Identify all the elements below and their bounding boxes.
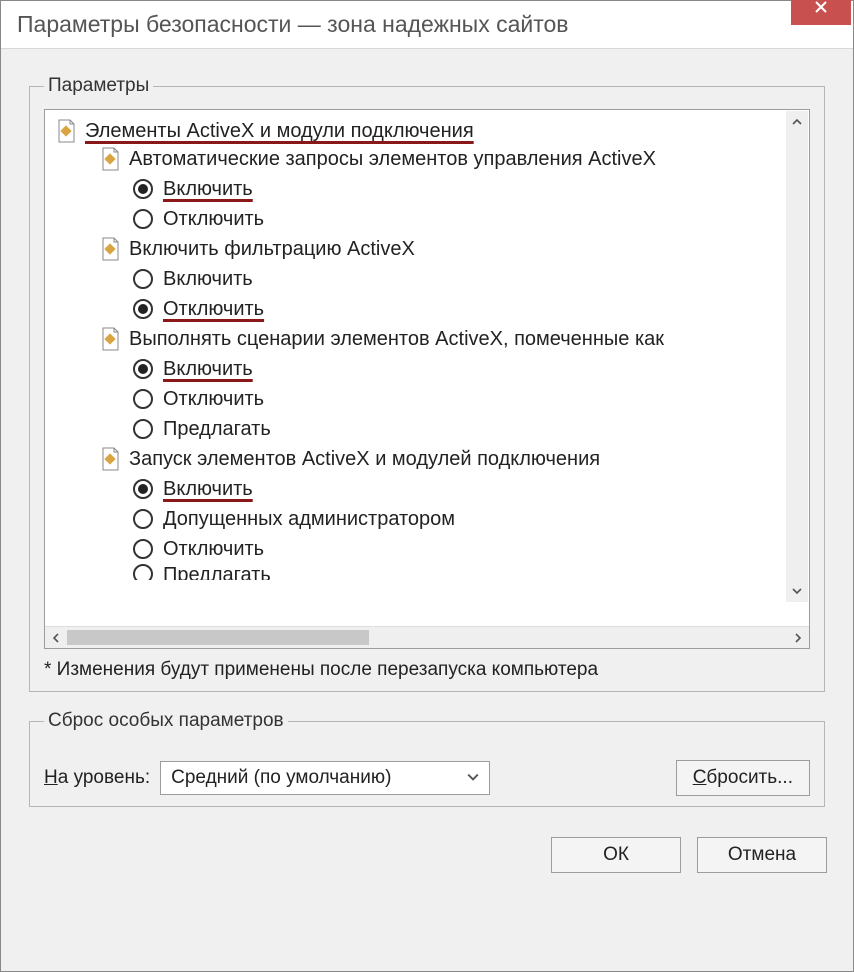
level-label: На уровень: — [44, 767, 150, 789]
category-label: Элементы ActiveX и модули подключения — [85, 118, 474, 144]
radio-button[interactable] — [133, 509, 153, 529]
tree-option[interactable]: Предлагать — [133, 414, 805, 444]
close-button[interactable] — [791, 0, 851, 25]
level-select[interactable]: Средний (по умолчанию) — [160, 761, 490, 795]
tree-viewport: Элементы ActiveX и модули подключения Авт… — [45, 110, 809, 626]
tree-option[interactable]: Отключить — [133, 294, 805, 324]
tree-content: Элементы ActiveX и модули подключения Авт… — [53, 118, 805, 580]
hscroll-thumb[interactable] — [67, 630, 369, 645]
vscroll-track[interactable] — [786, 133, 808, 580]
option-label: Включить — [163, 268, 253, 291]
subcategory-icon — [99, 446, 121, 472]
radio-button[interactable] — [133, 299, 153, 319]
option-label: Отключить — [163, 388, 264, 411]
subcategory-icon — [99, 326, 121, 352]
reset-button[interactable]: Сбросить... — [676, 760, 810, 796]
tree-subcategory[interactable]: Автоматические запросы элементов управле… — [99, 144, 805, 174]
dialog-window: Параметры безопасности — зона надежных с… — [0, 0, 854, 972]
scroll-up-arrow-icon[interactable] — [786, 111, 808, 133]
radio-button[interactable] — [133, 479, 153, 499]
tree-option[interactable]: Включить — [133, 174, 805, 204]
dialog-content: Параметры Элементы ActiveX и модули подк… — [1, 49, 853, 971]
restart-note: * Изменения будут применены после переза… — [44, 659, 810, 681]
option-label: Отключить — [163, 538, 264, 561]
subcategory-label: Автоматические запросы элементов управле… — [129, 148, 656, 171]
subcategory-label: Запуск элементов ActiveX и модулей подкл… — [129, 448, 600, 471]
page-icon — [100, 147, 120, 171]
radio-button[interactable] — [133, 269, 153, 289]
page-icon — [100, 447, 120, 471]
page-icon — [56, 119, 76, 143]
settings-tree: Элементы ActiveX и модули подключения Авт… — [44, 109, 810, 649]
dialog-button-row: ОК Отмена — [27, 825, 827, 897]
option-label: Включить — [163, 358, 253, 381]
cancel-button[interactable]: Отмена — [697, 837, 827, 873]
radio-button[interactable] — [133, 564, 153, 580]
tree-option[interactable]: Включить — [133, 474, 805, 504]
radio-button[interactable] — [133, 419, 153, 439]
subcategory-icon — [99, 146, 121, 172]
tree-subcategory[interactable]: Запуск элементов ActiveX и модулей подкл… — [99, 444, 805, 474]
chevron-down-icon — [467, 767, 479, 789]
option-label: Допущенных администратором — [163, 508, 455, 531]
vertical-scrollbar[interactable] — [786, 111, 808, 602]
tree-category[interactable]: Элементы ActiveX и модули подключения — [55, 118, 805, 144]
radio-button[interactable] — [133, 539, 153, 559]
settings-groupbox: Параметры Элементы ActiveX и модули подк… — [29, 75, 825, 692]
option-label: Отключить — [163, 208, 264, 231]
ok-button[interactable]: ОК — [551, 837, 681, 873]
page-icon — [100, 327, 120, 351]
tree-option[interactable]: Предлагать — [133, 564, 805, 580]
option-label: Включить — [163, 178, 253, 201]
tree-option[interactable]: Включить — [133, 354, 805, 384]
radio-button[interactable] — [133, 209, 153, 229]
subcategory-icon — [99, 236, 121, 262]
radio-button[interactable] — [133, 179, 153, 199]
option-label: Предлагать — [163, 564, 271, 580]
subcategory-label: Включить фильтрацию ActiveX — [129, 238, 415, 261]
reset-legend: Сброс особых параметров — [44, 710, 288, 732]
radio-button[interactable] — [133, 359, 153, 379]
titlebar: Параметры безопасности — зона надежных с… — [1, 1, 853, 49]
option-label: Отключить — [163, 298, 264, 321]
hscroll-track[interactable] — [67, 627, 787, 648]
tree-option[interactable]: Допущенных администратором — [133, 504, 805, 534]
option-label: Включить — [163, 478, 253, 501]
tree-option[interactable]: Отключить — [133, 534, 805, 564]
level-select-value: Средний (по умолчанию) — [171, 767, 391, 789]
scroll-right-arrow-icon[interactable] — [787, 627, 809, 649]
tree-option[interactable]: Включить — [133, 264, 805, 294]
tree-subcategory[interactable]: Выполнять сценарии элементов ActiveX, по… — [99, 324, 805, 354]
radio-button[interactable] — [133, 389, 153, 409]
category-icon — [55, 118, 77, 144]
page-icon — [100, 237, 120, 261]
subcategory-label: Выполнять сценарии элементов ActiveX, по… — [129, 328, 664, 351]
close-icon — [814, 0, 828, 14]
scroll-down-arrow-icon[interactable] — [786, 580, 808, 602]
option-label: Предлагать — [163, 418, 271, 441]
settings-legend: Параметры — [44, 75, 153, 97]
horizontal-scrollbar[interactable] — [45, 626, 809, 648]
reset-groupbox: Сброс особых параметров На уровень: Сред… — [29, 710, 825, 807]
tree-option[interactable]: Отключить — [133, 204, 805, 234]
tree-subcategory[interactable]: Включить фильтрацию ActiveX — [99, 234, 805, 264]
scroll-left-arrow-icon[interactable] — [45, 627, 67, 649]
tree-option[interactable]: Отключить — [133, 384, 805, 414]
window-title: Параметры безопасности — зона надежных с… — [17, 11, 569, 38]
